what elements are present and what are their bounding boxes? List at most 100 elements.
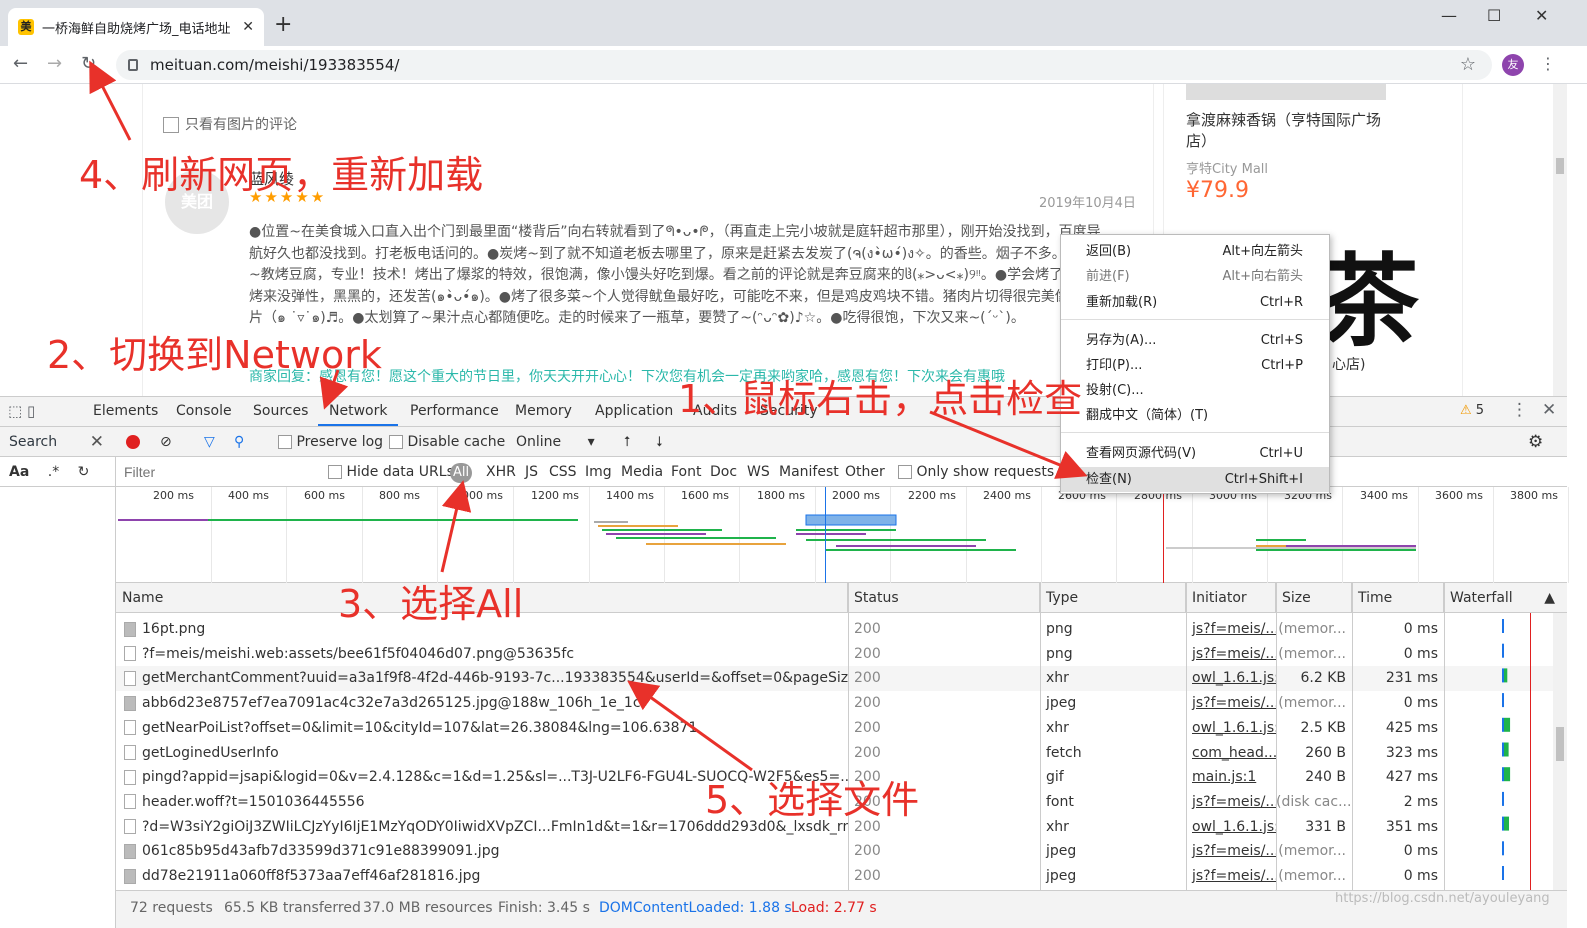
menu-item[interactable]: 前进(F) Alt+向右箭头 [1061,264,1329,289]
table-row[interactable]: ?f=meis/meishi.web:assets/bee61f5f04046d… [116,642,1553,667]
type-filter-other[interactable]: Other [845,457,885,487]
record-icon[interactable] [126,435,140,449]
refresh-search-icon[interactable]: ↻ [78,464,90,480]
cell-initiator[interactable]: com_head... [1186,741,1276,766]
request-name: dd78e21911a060ff8f5373aa7eff46af281816.j… [142,868,481,884]
menu-item[interactable]: 重新加载(R) Ctrl+R [1061,290,1329,315]
table-row[interactable]: dd78e21911a060ff8f5373aa7eff46af281816.j… [116,864,1553,889]
scrollbar-thumb[interactable] [1556,158,1564,174]
col-type[interactable]: Type [1040,583,1186,613]
only-pictures-filter[interactable]: 只看有图片的评论 [163,114,297,134]
filter-input[interactable] [120,461,312,483]
type-filter-doc[interactable]: Doc [710,457,737,487]
col-waterfall[interactable]: Waterfall ▲ [1444,583,1567,613]
col-initiator[interactable]: Initiator [1186,583,1276,613]
regex-toggle[interactable]: .* [48,464,59,480]
type-filter-ws[interactable]: WS [747,457,770,487]
table-row[interactable]: getLoginedUserInfo 200 fetch com_head... 260… [116,741,1553,766]
menu-item[interactable]: 打印(P)... Ctrl+P [1061,353,1329,378]
cell-initiator[interactable]: owl_1.6.1.js:1 [1186,716,1276,741]
checkbox[interactable] [278,435,292,449]
side-shop-name[interactable]: 拿渡麻辣香锅（亨特国际广场店） [1186,110,1396,152]
checkbox[interactable] [389,435,403,449]
menu-item[interactable]: 另存为(A)... Ctrl+S [1061,328,1329,353]
checkbox[interactable] [898,465,912,479]
only-show-option[interactable]: Only show requests wi [898,457,1074,487]
table-row[interactable]: 16pt.png 200 png js?f=meis/... (memor... 0 ms [116,617,1553,642]
address-bar[interactable]: meituan.com/meishi/193383554/ ☆ [116,50,1492,80]
cell-initiator[interactable]: js?f=meis/... [1186,617,1276,642]
scrollbar-thumb[interactable] [1556,727,1564,761]
clear-icon[interactable]: ⊘ [160,427,172,457]
minimize-icon[interactable]: — [1441,6,1457,25]
back-icon[interactable]: ← [13,53,28,74]
tab-memory[interactable]: Memory [504,397,583,426]
new-tab-icon[interactable]: + [274,12,292,37]
cell-initiator[interactable]: js?f=meis/... [1186,839,1276,864]
menu-item[interactable]: 查看网页源代码(V) Ctrl+U [1061,441,1329,466]
devtools-close-icon[interactable]: ✕ [1542,400,1556,420]
browser-menu-icon[interactable]: ⋮ [1540,54,1556,73]
disable-cache-option[interactable]: Disable cache [389,427,505,457]
type-filter-manifest[interactable]: Manifest [779,457,839,487]
inspect-device-icons[interactable]: ⬚ ▯ [8,402,35,420]
type-filter-all[interactable]: All [450,463,472,483]
table-scrollbar[interactable] [1553,613,1567,890]
match-case-toggle[interactable]: Aa [9,464,29,480]
type-filter-font[interactable]: Font [671,457,701,487]
type-filter-img[interactable]: Img [585,457,612,487]
cell-initiator[interactable]: js?f=meis/... [1186,642,1276,667]
preserve-log-option[interactable]: Preserve log [278,427,383,457]
tab-performance[interactable]: Performance [399,397,510,426]
type-filter-media[interactable]: Media [621,457,663,487]
profile-avatar[interactable]: 友 [1502,54,1524,76]
close-search-icon[interactable]: ✕ [90,427,104,457]
export-har-icon[interactable]: ⭣ [656,427,663,457]
import-har-icon[interactable]: ⭡ [624,427,631,457]
menu-item[interactable]: 投射(C)... [1061,378,1329,403]
network-settings-icon[interactable]: ⚙ [1528,427,1543,457]
tab-console[interactable]: Console [165,397,243,426]
menu-item[interactable]: 返回(B) Alt+向左箭头 [1061,239,1329,264]
close-tab-icon[interactable]: ✕ [242,19,254,35]
reload-icon[interactable]: ↻ [81,53,96,74]
network-overview[interactable]: 200 ms 400 ms 600 ms 800 ms 1000 ms 1200 ms 14… [116,487,1569,583]
type-filter-xhr[interactable]: XHR [486,457,516,487]
col-time[interactable]: Time [1352,583,1444,613]
bookmark-star-icon[interactable]: ☆ [1460,54,1476,75]
tab-sources[interactable]: Sources [242,397,319,426]
menu-item[interactable]: 翻成中文（简体）(T) [1061,403,1329,428]
warning-counter[interactable]: ⚠ 5 [1460,403,1484,418]
cell-initiator[interactable]: main.js:1 [1186,765,1276,790]
cell-initiator[interactable]: js?f=meis/... [1186,864,1276,889]
maximize-icon[interactable]: ☐ [1487,6,1501,25]
menu-item-label: 另存为(A)... [1086,333,1157,348]
forward-icon[interactable]: → [47,53,62,74]
type-filter-css[interactable]: CSS [549,457,577,487]
tab-network[interactable]: Network [318,397,399,426]
table-row[interactable]: abb6d23e8757ef7ea7091ac4c32e7a3d265125.j… [116,691,1553,716]
col-status[interactable]: Status [848,583,1040,613]
type-filter-js[interactable]: JS [525,457,538,487]
table-row[interactable]: 061c85b95d43afb7d33599d371c91e88399091.j… [116,839,1553,864]
tab-elements[interactable]: Elements [82,397,169,426]
cell-initiator[interactable]: owl_1.6.1.js:1 [1186,815,1276,840]
cell-initiator[interactable]: js?f=meis/... [1186,790,1276,815]
checkbox[interactable] [163,117,179,133]
table-row[interactable]: getNearPoiList?offset=0&limit=10&cityId=… [116,716,1553,741]
page-scrollbar[interactable] [1553,84,1567,396]
table-row[interactable]: getMerchantComment?uuid=a3a1f9f8-4f2d-44… [116,666,1553,692]
checkbox[interactable] [328,465,342,479]
cell-initiator[interactable]: owl_1.6.1.js:1 [1186,666,1276,691]
search-icon[interactable]: ⚲ [234,427,244,457]
close-window-icon[interactable]: ✕ [1535,6,1548,25]
filter-icon[interactable]: ▽ [204,427,215,457]
browser-tab[interactable]: 美 一桥海鲜自助烧烤广场_电话地址 ✕ [8,8,264,46]
cell-initiator[interactable]: js?f=meis/... [1186,691,1276,716]
throttle-select[interactable]: Online ▾ [516,427,595,457]
devtools-menu-icon[interactable]: ⋮ [1511,400,1528,420]
hide-data-urls-option[interactable]: Hide data URLs [328,457,454,487]
col-size[interactable]: Size [1276,583,1352,613]
tab-application[interactable]: Application [584,397,684,426]
menu-item[interactable]: 检查(N) Ctrl+Shift+I [1061,467,1329,492]
